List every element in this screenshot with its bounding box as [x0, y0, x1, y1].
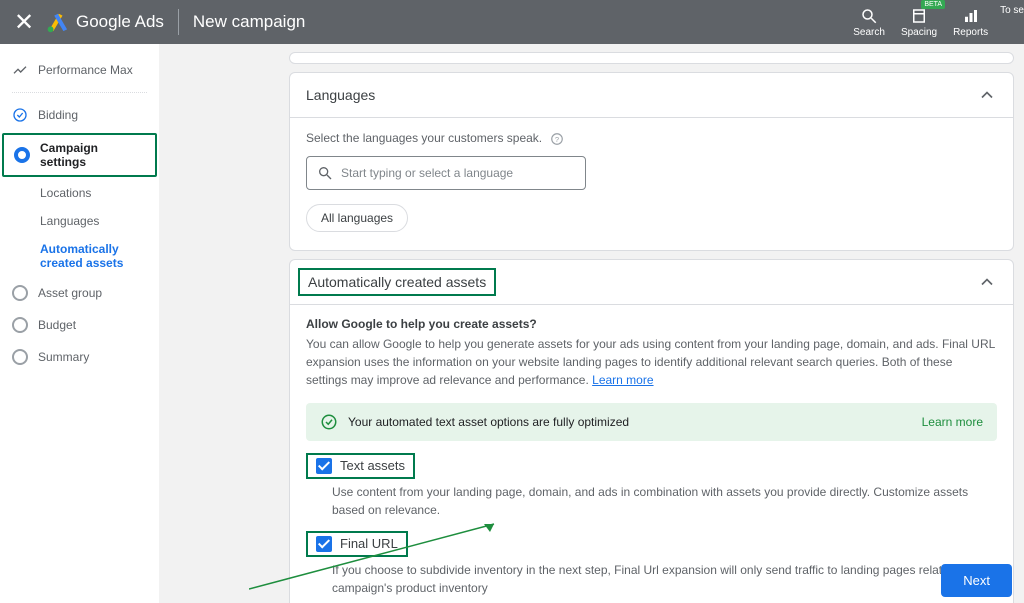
chart-icon	[12, 62, 28, 78]
all-languages-chip[interactable]: All languages	[306, 204, 408, 232]
auto-heading: Allow Google to help you create assets?	[306, 317, 997, 331]
help-icon[interactable]: ?	[550, 132, 564, 146]
sidebar-label: Bidding	[38, 108, 78, 122]
text-assets-option[interactable]: Text assets	[306, 453, 415, 479]
sidebar-item-bidding[interactable]: Bidding	[0, 99, 159, 131]
reports-action[interactable]: Reports	[953, 0, 988, 44]
auto-assets-title: Automatically created assets	[298, 268, 496, 296]
sidebar-item-budget[interactable]: Budget	[0, 309, 159, 341]
google-ads-logo-icon	[46, 11, 68, 33]
banner-learn-more[interactable]: Learn more	[922, 415, 983, 429]
active-step-icon	[14, 147, 30, 163]
sidebar-item-performance-max[interactable]: Performance Max	[0, 54, 159, 86]
languages-subtitle: Select the languages your customers spea…	[306, 131, 542, 145]
sidebar-label: Performance Max	[38, 63, 133, 77]
sidebar-label: Summary	[38, 350, 89, 364]
sidebar-item-asset-group[interactable]: Asset group	[0, 277, 159, 309]
sidebar-sub-auto-assets[interactable]: Automatically created assets	[0, 235, 159, 277]
beta-badge: BETA	[921, 0, 945, 9]
header-divider	[178, 9, 179, 35]
spacing-action[interactable]: BETA Spacing	[901, 0, 937, 44]
text-assets-desc: Use content from your landing page, doma…	[332, 483, 997, 519]
auto-assets-card: Automatically created assets Allow Googl…	[289, 259, 1014, 603]
chevron-up-icon[interactable]	[977, 85, 997, 105]
languages-card: Languages Select the languages your cust…	[289, 72, 1014, 251]
learn-more-link[interactable]: Learn more	[592, 373, 653, 387]
reports-icon	[962, 7, 980, 25]
sidebar-label: Campaign settings	[40, 141, 145, 169]
page-title: New campaign	[193, 12, 305, 32]
close-icon[interactable]: ✕	[10, 8, 38, 36]
sidebar-label: Asset group	[38, 286, 102, 300]
search-icon	[317, 165, 333, 181]
reports-label: Reports	[953, 27, 988, 38]
checkbox-checked-icon[interactable]	[316, 536, 332, 552]
step-icon	[12, 349, 28, 365]
product-name: Google Ads	[76, 12, 164, 32]
sidebar: Performance Max Bidding Campaign setting…	[0, 44, 159, 603]
text-assets-label: Text assets	[340, 458, 405, 473]
spacing-icon	[910, 7, 928, 25]
sidebar-label: Budget	[38, 318, 76, 332]
svg-text:?: ?	[555, 134, 559, 143]
final-url-desc: If you choose to subdivide inventory in …	[332, 561, 997, 597]
languages-title: Languages	[306, 87, 375, 103]
header-actions: Search BETA Spacing Reports To se	[845, 0, 1024, 44]
final-url-label: Final URL	[340, 536, 398, 551]
chevron-up-icon[interactable]	[977, 272, 997, 292]
previous-card-edge	[289, 52, 1014, 64]
step-icon	[12, 317, 28, 333]
header-overflow: To se	[996, 0, 1024, 44]
language-placeholder: Start typing or select a language	[341, 166, 513, 180]
final-url-option[interactable]: Final URL	[306, 531, 408, 557]
banner-text: Your automated text asset options are fu…	[348, 415, 629, 429]
checkbox-checked-icon[interactable]	[316, 458, 332, 474]
sidebar-sub-languages[interactable]: Languages	[0, 207, 159, 235]
spacing-label: Spacing	[901, 27, 937, 38]
sidebar-item-summary[interactable]: Summary	[0, 341, 159, 373]
language-input[interactable]: Start typing or select a language	[306, 156, 586, 190]
sidebar-sub-locations[interactable]: Locations	[0, 179, 159, 207]
search-label: Search	[853, 27, 885, 38]
sidebar-item-campaign-settings[interactable]: Campaign settings	[2, 133, 157, 177]
top-header: ✕ Google Ads New campaign Search BETA Sp…	[0, 0, 1024, 44]
optimization-banner: Your automated text asset options are fu…	[306, 403, 997, 441]
check-circle-icon	[320, 413, 338, 431]
google-ads-logo: Google Ads	[46, 11, 164, 33]
main-content: Languages Select the languages your cust…	[159, 44, 1024, 603]
next-button[interactable]: Next	[941, 564, 1012, 597]
search-icon	[860, 7, 878, 25]
check-circle-icon	[12, 107, 28, 123]
step-icon	[12, 285, 28, 301]
search-action[interactable]: Search	[853, 0, 885, 44]
